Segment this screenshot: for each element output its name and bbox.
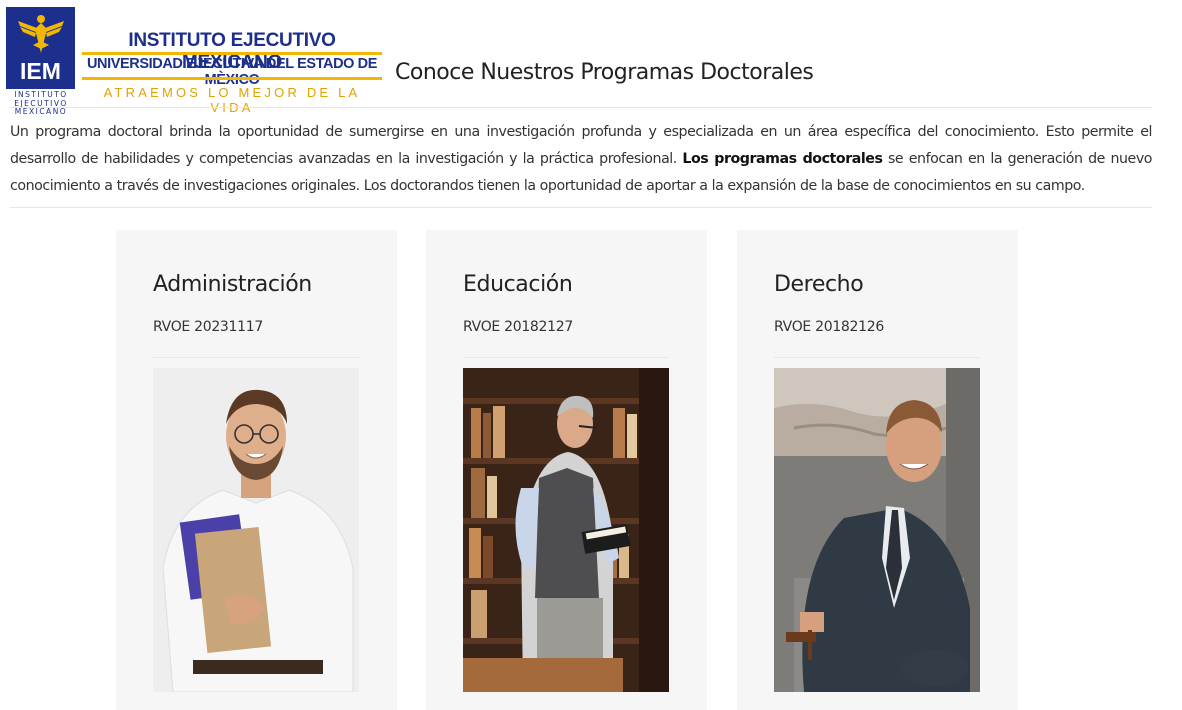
brand-divider <box>82 77 382 80</box>
program-card-derecho[interactable]: Derecho RVOE 20182126 <box>737 230 1018 710</box>
program-rvoe: RVOE 20182126 <box>774 319 884 335</box>
card-divider <box>774 357 980 358</box>
card-divider <box>463 357 669 358</box>
program-rvoe: RVOE 20231117 <box>153 319 263 335</box>
program-title[interactable]: Educación <box>463 272 573 297</box>
divider <box>10 207 1152 208</box>
iem-logo[interactable]: IEM <box>6 7 75 89</box>
older-man-reading-in-library-photo[interactable] <box>463 368 669 692</box>
card-divider <box>153 357 359 358</box>
divider <box>10 107 1152 108</box>
page-title: Conoce Nuestros Programas Doctorales <box>395 60 814 85</box>
program-rvoe: RVOE 20182127 <box>463 319 573 335</box>
program-card-educacion[interactable]: Educación RVOE 20182127 <box>426 230 707 710</box>
eagle-emblem-icon <box>18 15 64 53</box>
program-title[interactable]: Administración <box>153 272 312 297</box>
logo-subtitle: INSTITUTO EJECUTIVO MEXICANO <box>6 90 76 117</box>
logo-badge-text: IEM <box>20 58 61 84</box>
logo-subtitle-line: MEXICANO <box>14 107 68 116</box>
program-title[interactable]: Derecho <box>774 272 864 297</box>
university-name: UNIVERSIDAD EJECUTIVA DEL ESTADO DE MÈXI… <box>86 56 377 88</box>
smiling-man-holding-notebooks-photo[interactable] <box>153 368 359 692</box>
man-in-suit-with-gavel-photo[interactable] <box>774 368 980 692</box>
brand-slogan: ATRAEMOS LO MEJOR DE LA VIDA <box>103 85 361 115</box>
intro-paragraph: Un programa doctoral brinda la oportunid… <box>10 119 1152 200</box>
intro-bold-text: Los programas doctorales <box>682 151 883 167</box>
brand-divider <box>82 52 382 55</box>
program-card-administracion[interactable]: Administración RVOE 20231117 <box>116 230 397 710</box>
